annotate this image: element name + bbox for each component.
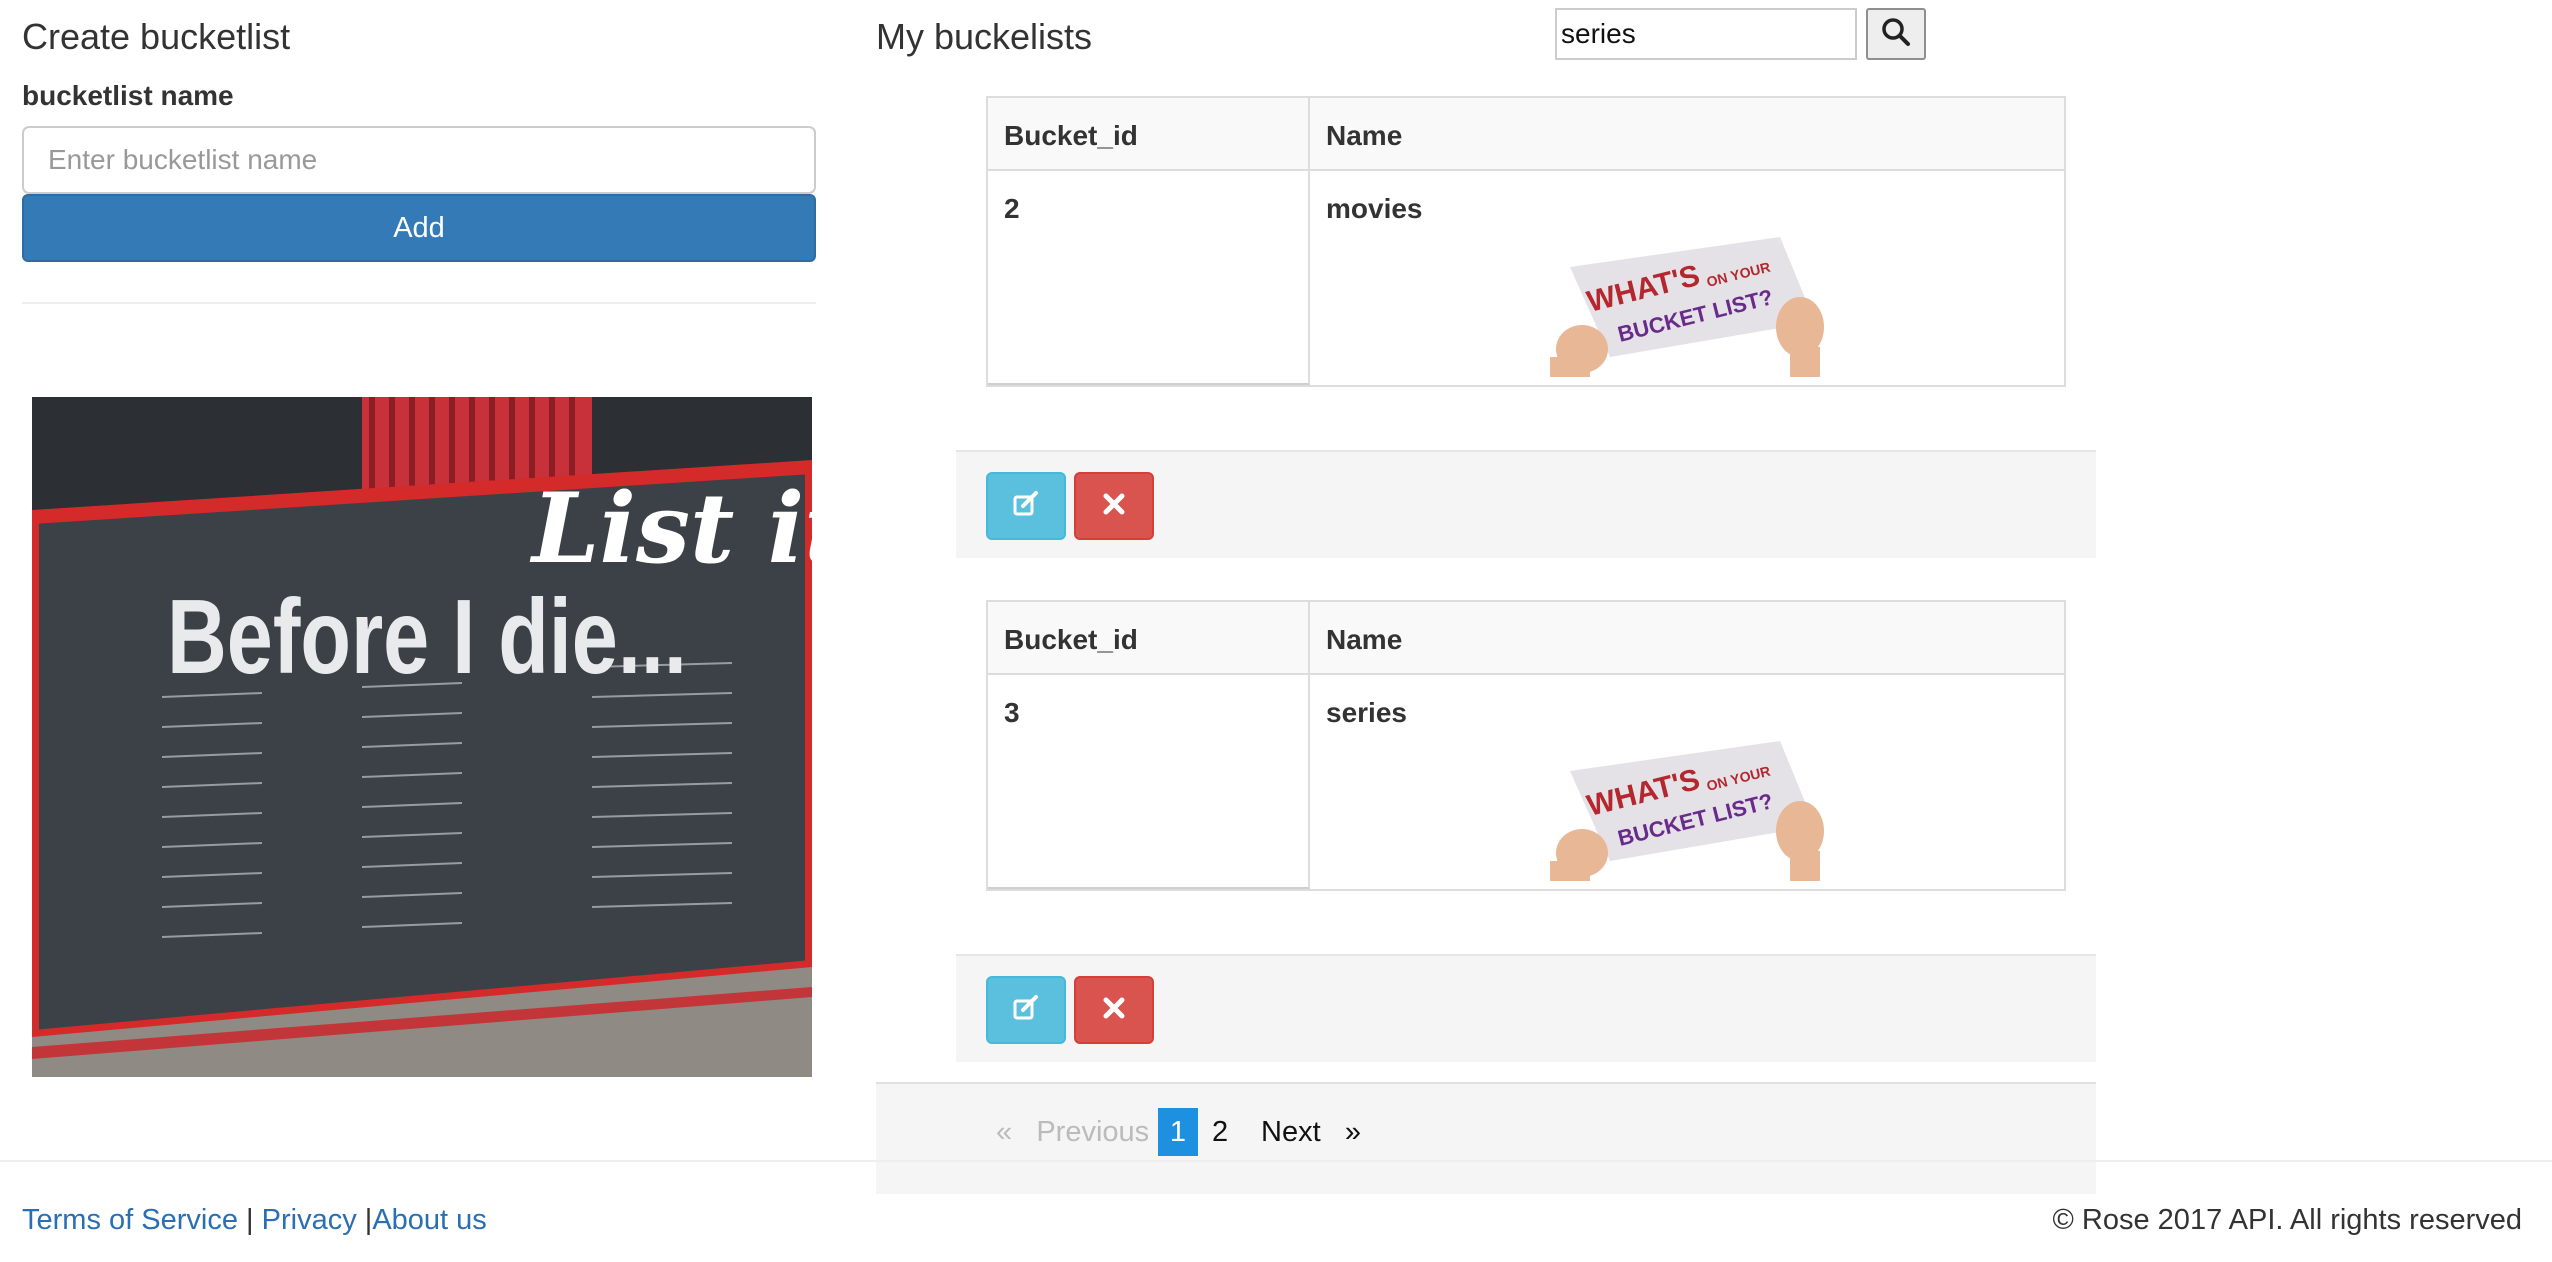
footer-divider xyxy=(0,1160,2552,1162)
pagination: « Previous 1 2 Next » xyxy=(876,1082,2096,1194)
next-label: Next xyxy=(1261,1116,1321,1148)
bucket-list-sign-image: WHAT'S ON YOUR BUCKET LIST? xyxy=(1550,237,1824,377)
search-icon xyxy=(1881,17,1911,52)
page-1-link[interactable]: 1 xyxy=(1158,1108,1198,1156)
edit-icon xyxy=(1012,490,1040,523)
edit-button[interactable] xyxy=(986,976,1066,1044)
column-header-name: Name xyxy=(1326,624,1403,655)
chalk-heading: Before I die... xyxy=(167,578,687,696)
separator: | xyxy=(246,1204,254,1236)
delete-button[interactable] xyxy=(1074,472,1154,540)
before-i-die-image: Before I die... List it! xyxy=(32,397,812,1077)
bucket-actions xyxy=(956,450,2096,558)
footer-links: Terms of Service | Privacy |About us xyxy=(22,1204,487,1237)
add-button[interactable]: Add xyxy=(22,194,816,262)
terms-link[interactable]: Terms of Service xyxy=(22,1204,238,1236)
edit-button[interactable] xyxy=(986,472,1066,540)
prev-label: Previous xyxy=(1036,1116,1150,1148)
bucketlist-name-label: bucketlist name xyxy=(22,80,234,111)
bucket-name: series xyxy=(1326,697,1407,728)
my-bucketlists-title: My buckelists xyxy=(876,16,1093,57)
prev-arrow: « xyxy=(996,1116,1013,1148)
bucket-list-sign-image: WHAT'S ON YOUR BUCKET LIST? xyxy=(1550,741,1824,881)
bucket-table: Bucket_id Name 3 series WHAT'S ON YOUR B… xyxy=(986,600,2066,891)
bucket-table: Bucket_id Name 2 movies WHAT'S ON YOUR B… xyxy=(986,96,2066,387)
delete-button[interactable] xyxy=(1074,976,1154,1044)
column-header-name: Name xyxy=(1326,120,1403,151)
next-page-link[interactable]: Next » xyxy=(1261,1110,1361,1154)
column-header-bucket-id: Bucket_id xyxy=(988,602,1310,673)
table-header: Bucket_id Name xyxy=(988,602,2064,675)
close-icon xyxy=(1102,492,1126,521)
create-title: Create bucketlist xyxy=(22,16,291,57)
search-input[interactable] xyxy=(1555,8,1857,60)
chalk-script: List it! xyxy=(529,472,812,585)
search-button[interactable] xyxy=(1866,8,1926,60)
bucket-id-cell: 2 xyxy=(988,171,1310,385)
bucket-id-cell: 3 xyxy=(988,675,1310,889)
table-row: 3 series WHAT'S ON YOUR BUCKET LIST? xyxy=(988,675,2064,889)
page-2-link[interactable]: 2 xyxy=(1212,1110,1228,1154)
bucket-name-cell: movies WHAT'S ON YOUR BUCKET LIST? xyxy=(1310,171,2064,385)
table-header: Bucket_id Name xyxy=(988,98,2064,171)
privacy-link[interactable]: Privacy xyxy=(262,1204,357,1236)
about-link[interactable]: About us xyxy=(372,1204,486,1236)
column-header-bucket-id: Bucket_id xyxy=(988,98,1310,169)
bucket-actions xyxy=(956,954,2096,1062)
bucket-name-cell: series WHAT'S ON YOUR BUCKET LIST? xyxy=(1310,675,2064,889)
edit-icon xyxy=(1012,994,1040,1027)
bucketlist-name-input[interactable] xyxy=(22,126,816,194)
copyright: © Rose 2017 API. All rights reserved xyxy=(2052,1204,2523,1236)
divider xyxy=(22,302,816,304)
bucket-name: movies xyxy=(1326,193,1423,224)
table-row: 2 movies WHAT'S ON YOUR BUCKET LIST? xyxy=(988,171,2064,385)
close-icon xyxy=(1102,996,1126,1025)
previous-page-link[interactable]: « Previous xyxy=(996,1110,1149,1154)
next-arrow: » xyxy=(1344,1116,1361,1148)
